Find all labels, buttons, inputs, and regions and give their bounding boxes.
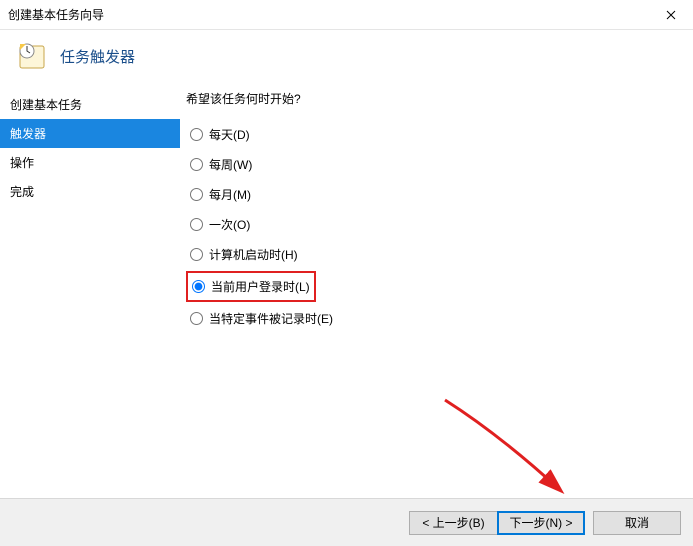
wizard-header: 任务触发器 xyxy=(0,30,693,90)
titlebar: 创建基本任务向导 xyxy=(0,0,693,30)
radio-event[interactable] xyxy=(190,312,203,325)
sidebar-item-create-task[interactable]: 创建基本任务 xyxy=(0,90,180,119)
back-button[interactable]: < 上一步(B) xyxy=(409,511,497,535)
radio-once-label: 一次(O) xyxy=(209,216,250,233)
close-icon xyxy=(666,10,676,20)
radio-once[interactable] xyxy=(190,218,203,231)
radio-logon[interactable] xyxy=(192,280,205,293)
radio-weekly-label: 每周(W) xyxy=(209,156,252,173)
radio-weekly[interactable] xyxy=(190,158,203,171)
next-button[interactable]: 下一步(N) > xyxy=(497,511,585,535)
sidebar-item-action[interactable]: 操作 xyxy=(0,148,180,177)
trigger-option-weekly[interactable]: 每周(W) xyxy=(186,151,677,178)
trigger-option-logon[interactable]: 当前用户登录时(L) xyxy=(186,271,316,302)
window-title: 创建基本任务向导 xyxy=(8,6,104,23)
wizard-body: 创建基本任务 触发器 操作 完成 希望该任务何时开始? 每天(D) 每周(W) … xyxy=(0,90,693,488)
wizard-footer: < 上一步(B) 下一步(N) > 取消 xyxy=(0,498,693,546)
page-title: 任务触发器 xyxy=(60,46,135,67)
clock-icon xyxy=(16,40,48,72)
radio-daily-label: 每天(D) xyxy=(209,126,250,143)
trigger-option-event[interactable]: 当特定事件被记录时(E) xyxy=(186,305,677,332)
trigger-option-startup[interactable]: 计算机启动时(H) xyxy=(186,241,677,268)
trigger-option-daily[interactable]: 每天(D) xyxy=(186,121,677,148)
radio-monthly[interactable] xyxy=(190,188,203,201)
radio-startup-label: 计算机启动时(H) xyxy=(209,246,298,263)
trigger-prompt: 希望该任务何时开始? xyxy=(186,90,677,107)
radio-logon-label: 当前用户登录时(L) xyxy=(211,278,310,295)
sidebar: 创建基本任务 触发器 操作 完成 xyxy=(0,90,180,488)
main-panel: 希望该任务何时开始? 每天(D) 每周(W) 每月(M) 一次(O) 计算机启动… xyxy=(180,90,693,488)
trigger-option-monthly[interactable]: 每月(M) xyxy=(186,181,677,208)
radio-event-label: 当特定事件被记录时(E) xyxy=(209,310,333,327)
sidebar-item-finish[interactable]: 完成 xyxy=(0,177,180,206)
radio-daily[interactable] xyxy=(190,128,203,141)
trigger-option-once[interactable]: 一次(O) xyxy=(186,211,677,238)
nav-button-group: < 上一步(B) 下一步(N) > xyxy=(409,511,585,535)
cancel-button[interactable]: 取消 xyxy=(593,511,681,535)
radio-startup[interactable] xyxy=(190,248,203,261)
close-button[interactable] xyxy=(648,0,693,30)
radio-monthly-label: 每月(M) xyxy=(209,186,251,203)
sidebar-item-trigger[interactable]: 触发器 xyxy=(0,119,180,148)
